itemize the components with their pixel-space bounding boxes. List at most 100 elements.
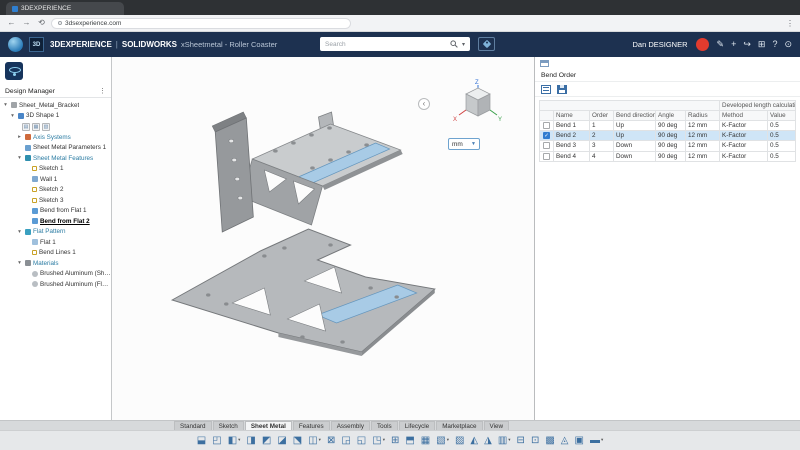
- bend-row-bend-1[interactable]: Bend 11Up90 deg12 mmK-Factor0.5: [540, 121, 796, 131]
- units-dropdown[interactable]: mm ▼: [448, 138, 480, 150]
- welded-corner-icon[interactable]: ◳▾: [372, 436, 385, 446]
- tree-item-3d-shape-1[interactable]: ▾3D Shape 1: [0, 111, 111, 122]
- expander-icon[interactable]: ▸: [16, 134, 23, 140]
- miter-flange-icon[interactable]: ◩: [262, 436, 271, 446]
- expander-icon[interactable]: ▾: [9, 113, 16, 119]
- tree-item-sketch-1[interactable]: Sketch 1: [0, 164, 111, 175]
- tree-item-axis-systems[interactable]: ▸Axis Systems: [0, 132, 111, 143]
- user-name[interactable]: Dan DESIGNER: [633, 40, 688, 49]
- tab-sketch[interactable]: Sketch: [213, 421, 244, 430]
- tab-view[interactable]: View: [484, 421, 510, 430]
- col-order[interactable]: Order: [590, 111, 614, 121]
- tree-item-sketch-3[interactable]: Sketch 3: [0, 195, 111, 206]
- browser-tab[interactable]: 3DEXPERIENCE: [6, 2, 124, 15]
- power-icon[interactable]: ⊙: [784, 40, 792, 49]
- base-flange-icon[interactable]: ⬓: [197, 436, 206, 446]
- tree-item-materials[interactable]: ▾Materials: [0, 258, 111, 269]
- extruded-cut-icon[interactable]: ▦: [421, 436, 430, 446]
- notifications-badge[interactable]: [696, 38, 709, 51]
- bend-checkbox[interactable]: [543, 142, 550, 149]
- tab-and-slot-icon[interactable]: ▩: [545, 436, 554, 446]
- shape-view-toggle-3-icon[interactable]: ▧: [42, 123, 50, 131]
- view-cube[interactable]: Z X Y: [452, 77, 504, 123]
- tab-standard[interactable]: Standard: [174, 421, 212, 430]
- tag-button[interactable]: [478, 37, 495, 51]
- col-value[interactable]: Value: [768, 111, 796, 121]
- tree-item-flat-pattern[interactable]: ▾Flat Pattern: [0, 227, 111, 238]
- convert-to-sheet-metal-icon[interactable]: ◰: [212, 436, 221, 446]
- search-input[interactable]: Search ▾: [320, 37, 470, 51]
- sheet-metal-properties-icon[interactable]: ▣: [574, 436, 583, 446]
- col-bend-direction[interactable]: Bend direction: [614, 111, 656, 121]
- col-radius[interactable]: Radius: [686, 111, 720, 121]
- edit-icon[interactable]: ✎: [717, 40, 725, 49]
- tree-item-bend-lines-1[interactable]: Bend Lines 1: [0, 248, 111, 259]
- corner-relief-icon[interactable]: ◲: [341, 436, 350, 446]
- tree-item-brushed-aluminum-sheet[interactable]: Brushed Aluminum (Sheet: [0, 269, 111, 280]
- shape-view-toggle-2-icon[interactable]: ▦: [32, 123, 40, 131]
- tree-item-wall-1[interactable]: Wall 1: [0, 174, 111, 185]
- jog-icon[interactable]: ⬔: [293, 436, 302, 446]
- tree-item-sheet-metal-parameters-1[interactable]: Sheet Metal Parameters 1: [0, 143, 111, 154]
- forward-icon[interactable]: →: [21, 19, 32, 27]
- tree-item-sketch-2[interactable]: Sketch 2: [0, 185, 111, 196]
- back-icon[interactable]: ←: [6, 19, 17, 27]
- bend-table-icon[interactable]: ▬▾: [590, 436, 603, 446]
- closed-corner-icon[interactable]: ◱: [357, 436, 366, 446]
- tree-item-brushed-aluminum-flat-p[interactable]: Brushed Aluminum (Flat P: [0, 279, 111, 290]
- refresh-icon[interactable]: ⟲: [36, 19, 47, 27]
- simple-hole-icon[interactable]: ▧▾: [436, 436, 449, 446]
- tab-lifecycle[interactable]: Lifecycle: [399, 421, 436, 430]
- tab-marketplace[interactable]: Marketplace: [436, 421, 482, 430]
- site-info-icon[interactable]: [58, 21, 62, 25]
- bend-row-bend-3[interactable]: Bend 33Down90 deg12 mmK-Factor0.5: [540, 141, 796, 151]
- col-method[interactable]: Method: [720, 111, 768, 121]
- tree-item-bend-from-flat-2[interactable]: Bend from Flat 2: [0, 216, 111, 227]
- 3dexperience-cube-logo[interactable]: 3D: [29, 37, 44, 52]
- fold-icon[interactable]: ◮: [484, 436, 492, 446]
- bend-checkbox[interactable]: ✓: [543, 132, 550, 139]
- table-columns-icon[interactable]: [541, 85, 551, 94]
- bend-row-bend-4[interactable]: Bend 44Down90 deg12 mmK-Factor0.5: [540, 151, 796, 161]
- hem-icon[interactable]: ◪: [277, 436, 286, 446]
- tree-item-bend-from-flat-1[interactable]: Bend from Flat 1: [0, 206, 111, 217]
- panel-window-icon[interactable]: [540, 60, 549, 67]
- tab-sheet-metal[interactable]: Sheet Metal: [245, 421, 292, 430]
- vent-icon[interactable]: ▨: [455, 436, 464, 446]
- flatten-icon[interactable]: ▥▾: [498, 436, 511, 446]
- url-field[interactable]: 3dsexperience.com: [51, 18, 351, 29]
- expander-icon[interactable]: ▾: [2, 102, 9, 108]
- tab-tools[interactable]: Tools: [371, 421, 398, 430]
- tree-item-flat-1[interactable]: Flat 1: [0, 237, 111, 248]
- sketched-bend-icon[interactable]: ◫▾: [308, 436, 321, 446]
- bend-checkbox[interactable]: [543, 122, 550, 129]
- gusset-icon[interactable]: ◬: [561, 436, 569, 446]
- tab-features[interactable]: Features: [293, 421, 330, 430]
- lofted-bend-icon[interactable]: ◧▾: [228, 436, 241, 446]
- share-icon[interactable]: ↪: [743, 40, 751, 49]
- tree-item-sheet-metal-bracket[interactable]: ▾Sheet_Metal_Bracket: [0, 100, 111, 111]
- shape-view-toggle-1-icon[interactable]: ▤: [22, 123, 30, 131]
- edge-flange-icon[interactable]: ◨: [246, 436, 255, 446]
- cross-break-icon[interactable]: ⊠: [327, 436, 335, 446]
- col-angle[interactable]: Angle: [656, 111, 686, 121]
- save-icon[interactable]: [557, 85, 567, 94]
- expander-icon[interactable]: ▾: [16, 155, 23, 161]
- panel-collapse-button[interactable]: ‹: [418, 98, 430, 110]
- tree-item-sheet-metal-features[interactable]: ▾Sheet Metal Features: [0, 153, 111, 164]
- apps-grid-icon[interactable]: ⊞: [758, 40, 766, 49]
- add-icon[interactable]: +: [731, 40, 736, 49]
- bend-row-bend-2[interactable]: ✓Bend 22Up90 deg12 mmK-Factor0.5: [540, 131, 796, 141]
- browser-menu-icon[interactable]: ⋮: [786, 19, 794, 28]
- app-launcher-icon[interactable]: [5, 62, 23, 80]
- unfold-icon[interactable]: ◭: [470, 436, 478, 446]
- break-corner-icon[interactable]: ⊞: [391, 436, 399, 446]
- expander-icon[interactable]: ▾: [16, 229, 23, 235]
- forming-tool-icon[interactable]: ⬒: [405, 436, 414, 446]
- 3ds-compass-logo[interactable]: [8, 37, 23, 52]
- search-scope-chevron-icon[interactable]: ▾: [462, 41, 465, 48]
- bend-checkbox[interactable]: [543, 153, 550, 160]
- 3d-viewport[interactable]: ‹ Z X Y mm ▼: [112, 57, 534, 420]
- help-icon[interactable]: ?: [772, 40, 777, 49]
- swept-flange-icon[interactable]: ⊡: [531, 436, 539, 446]
